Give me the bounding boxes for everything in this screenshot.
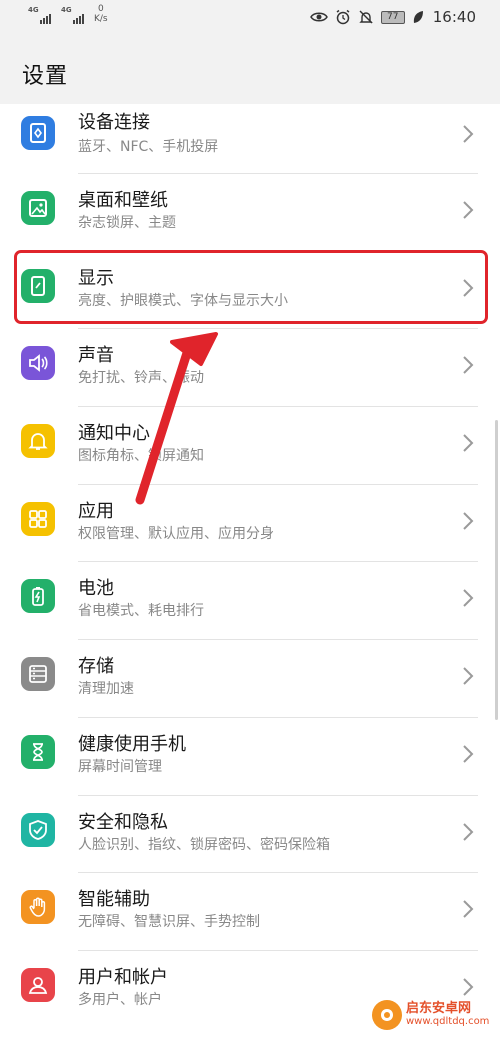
watermark-url: www.qdltdq.com	[406, 1016, 490, 1027]
watermark-title: 启东安卓网	[406, 1001, 472, 1016]
annotation-arrow-icon	[135, 332, 218, 505]
watermark: 启东安卓网 www.qdltdq.com	[372, 1000, 489, 1030]
watermark-logo-icon	[372, 1000, 402, 1030]
